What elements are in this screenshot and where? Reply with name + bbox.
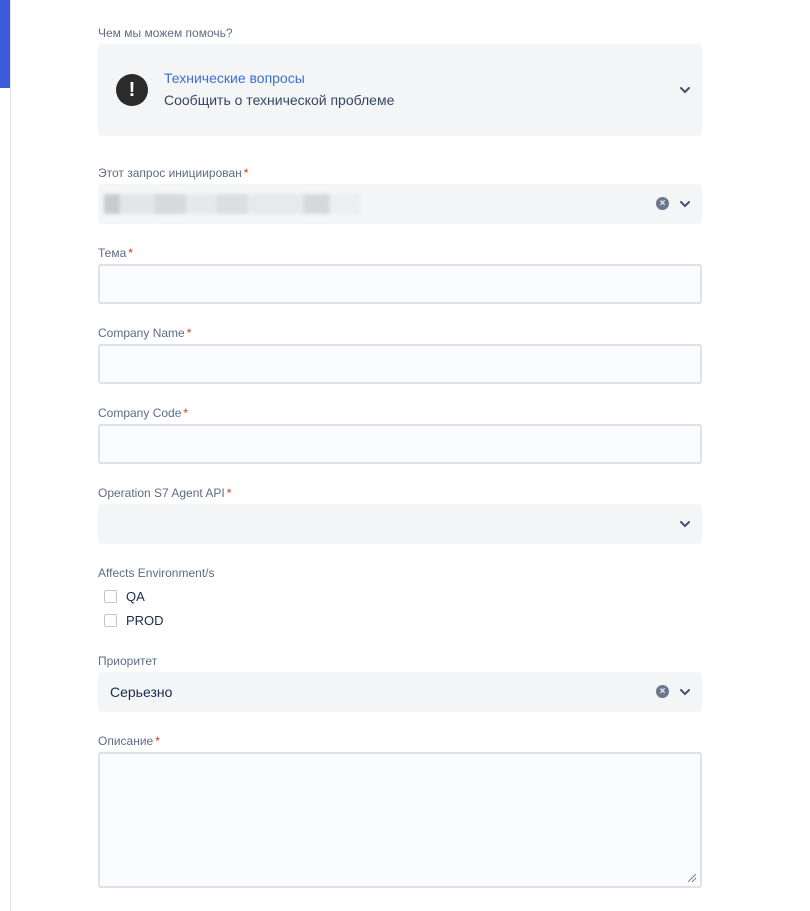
subject-label: Тема * bbox=[98, 246, 133, 260]
chevron-down-icon[interactable] bbox=[678, 685, 692, 699]
checkbox-option-prod[interactable]: PROD bbox=[104, 612, 164, 628]
resize-handle-icon[interactable] bbox=[688, 874, 696, 882]
required-mark: * bbox=[186, 326, 192, 340]
initiator-label-text: Этот запрос инициирован bbox=[98, 166, 242, 180]
operation-label: Operation S7 Agent API * bbox=[98, 486, 231, 500]
required-mark: * bbox=[243, 166, 249, 180]
environments-label-text: Affects Environment/s bbox=[98, 566, 215, 580]
description-label: Описание * bbox=[98, 734, 160, 748]
request-type-label-text: Чем мы можем помочь? bbox=[98, 26, 233, 40]
clear-icon[interactable]: × bbox=[656, 685, 669, 698]
chevron-down-icon[interactable] bbox=[678, 517, 692, 531]
checkbox-option-qa[interactable]: QA bbox=[104, 588, 145, 604]
company-name-label: Company Name * bbox=[98, 326, 191, 340]
subject-input[interactable] bbox=[98, 264, 702, 304]
environments-label: Affects Environment/s bbox=[98, 566, 215, 580]
operation-label-text: Operation S7 Agent API bbox=[98, 486, 225, 500]
prod-checkbox[interactable] bbox=[104, 613, 117, 627]
qa-checkbox-label: QA bbox=[126, 588, 145, 604]
initiator-label: Этот запрос инициирован * bbox=[98, 166, 248, 180]
prod-checkbox-label: PROD bbox=[126, 612, 164, 628]
request-type-title: Технические вопросы bbox=[164, 70, 305, 86]
operation-select[interactable] bbox=[98, 504, 702, 544]
description-textarea[interactable] bbox=[98, 752, 702, 888]
request-type-label: Чем мы можем помочь? bbox=[98, 26, 233, 40]
left-divider bbox=[10, 0, 11, 911]
request-type-description: Сообщить о технической проблеме bbox=[164, 92, 395, 108]
priority-label: Приоритет bbox=[98, 654, 157, 668]
chevron-down-icon[interactable] bbox=[678, 83, 692, 97]
subject-label-text: Тема bbox=[98, 246, 127, 260]
company-code-label-text: Company Code bbox=[98, 406, 182, 420]
required-mark: * bbox=[128, 246, 133, 260]
company-code-label: Company Code * bbox=[98, 406, 188, 420]
chevron-down-icon[interactable] bbox=[678, 197, 692, 211]
required-mark: * bbox=[226, 486, 232, 500]
left-accent-bar bbox=[0, 0, 10, 88]
request-type-selector[interactable]: ! Технические вопросы Сообщить о техниче… bbox=[98, 44, 702, 136]
company-code-input[interactable] bbox=[98, 424, 702, 464]
required-mark: * bbox=[183, 406, 189, 420]
clear-icon[interactable]: × bbox=[656, 197, 669, 210]
priority-label-text: Приоритет bbox=[98, 654, 158, 668]
description-label-text: Описание bbox=[98, 734, 154, 748]
qa-checkbox[interactable] bbox=[104, 589, 117, 603]
initiator-select[interactable]: × bbox=[98, 184, 702, 224]
priority-select[interactable]: Серьезно × bbox=[98, 672, 702, 712]
priority-value: Серьезно bbox=[110, 684, 173, 700]
exclamation-icon: ! bbox=[116, 74, 148, 106]
company-name-label-text: Company Name bbox=[98, 326, 185, 340]
company-name-input[interactable] bbox=[98, 344, 702, 384]
redacted-user-value bbox=[104, 194, 360, 214]
required-mark: * bbox=[155, 734, 160, 748]
